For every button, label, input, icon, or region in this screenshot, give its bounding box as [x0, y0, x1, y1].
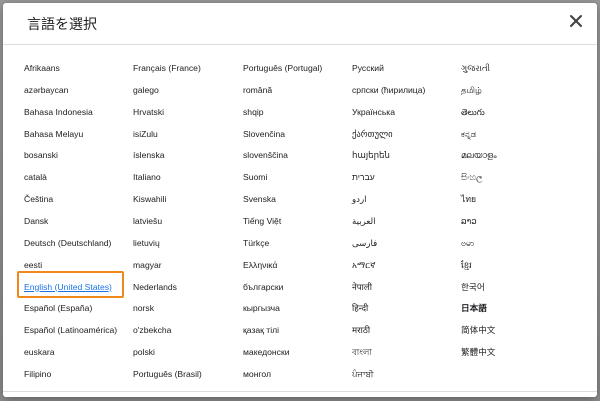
language-link[interactable]: Hrvatski — [133, 107, 164, 118]
language-link[interactable]: मराठी — [352, 325, 370, 336]
language-link[interactable]: 한국어 — [461, 282, 485, 293]
close-icon — [570, 15, 582, 27]
language-link[interactable]: తెలుగు — [461, 107, 485, 118]
language-link[interactable]: íslenska — [133, 150, 165, 161]
language-link[interactable]: Deutsch (Deutschland) — [24, 238, 111, 249]
language-link[interactable]: bosanski — [24, 150, 58, 161]
language-link[interactable]: Bahasa Indonesia — [24, 107, 93, 118]
language-link[interactable]: ไทย — [461, 194, 476, 205]
language-link[interactable]: македонски — [243, 347, 290, 358]
language-link[interactable]: Filipino — [24, 369, 51, 380]
language-link[interactable]: català — [24, 172, 47, 183]
language-link[interactable]: Slovenčina — [243, 129, 285, 140]
language-link[interactable]: 日本語 — [461, 303, 487, 314]
language-link[interactable]: galego — [133, 85, 159, 96]
language-link[interactable]: Türkçe — [243, 238, 269, 249]
language-link[interactable]: فارسی — [352, 238, 377, 249]
language-link[interactable]: नेपाली — [352, 282, 372, 293]
language-link[interactable]: eesti — [24, 260, 42, 271]
close-button[interactable] — [566, 11, 586, 31]
language-link[interactable]: සිංහල — [461, 172, 483, 183]
language-link[interactable]: አማርኛ — [352, 260, 376, 271]
language-link[interactable]: עברית — [352, 172, 375, 183]
language-link-selected[interactable]: English (United States) — [24, 282, 112, 293]
language-link[interactable]: മലയാളം — [461, 150, 497, 161]
language-link[interactable]: o'zbekcha — [133, 325, 171, 336]
language-link[interactable]: isiZulu — [133, 129, 158, 140]
language-link[interactable]: magyar — [133, 260, 162, 271]
language-link[interactable]: 简体中文 — [461, 325, 495, 336]
language-link[interactable]: ລາວ — [461, 216, 477, 227]
language-link[interactable]: Español (España) — [24, 303, 92, 314]
language-link[interactable]: монгол — [243, 369, 271, 380]
language-link[interactable]: বাংলা — [352, 347, 372, 358]
language-link[interactable]: norsk — [133, 303, 154, 314]
language-link[interactable]: lietuvių — [133, 238, 160, 249]
language-link[interactable]: ಕನ್ನಡ — [461, 129, 476, 140]
language-link[interactable]: Українська — [352, 107, 395, 118]
language-link[interactable]: euskara — [24, 347, 55, 358]
language-link[interactable]: հայերեն — [352, 150, 390, 161]
language-link[interactable]: polski — [133, 347, 155, 358]
language-link[interactable]: română — [243, 85, 272, 96]
language-link[interactable]: Nederlands — [133, 282, 177, 293]
language-link[interactable]: தமிழ் — [461, 85, 482, 96]
language-link[interactable]: 繁體中文 — [461, 347, 495, 358]
language-link[interactable]: ខ្មែរ — [461, 260, 472, 271]
language-link[interactable]: Tiếng Việt — [243, 216, 281, 227]
language-link[interactable]: Kiswahili — [133, 194, 166, 205]
language-link[interactable]: қазақ тілі — [243, 325, 279, 336]
language-link[interactable]: ဗမာ — [461, 238, 474, 249]
language-link[interactable]: ਪੰਜਾਬੀ — [352, 369, 374, 380]
language-link[interactable]: Русский — [352, 63, 384, 74]
language-link[interactable]: latviešu — [133, 216, 162, 227]
language-link[interactable]: српски (ћирилица) — [352, 85, 425, 96]
language-link[interactable]: Italiano — [133, 172, 161, 183]
language-link[interactable]: Bahasa Melayu — [24, 129, 83, 140]
language-link[interactable]: slovenščina — [243, 150, 288, 161]
language-link[interactable]: Português (Brasil) — [133, 369, 202, 380]
language-link[interactable]: اردو — [352, 194, 367, 205]
language-link[interactable]: Suomi — [243, 172, 267, 183]
language-link[interactable]: Français (France) — [133, 63, 201, 74]
header-divider — [3, 44, 597, 45]
language-link[interactable]: ქართული — [352, 129, 393, 140]
language-link[interactable]: Português (Portugal) — [243, 63, 322, 74]
language-link[interactable]: Afrikaans — [24, 63, 60, 74]
language-link[interactable]: български — [243, 282, 283, 293]
language-link[interactable]: Ελληνικά — [243, 260, 277, 271]
language-list: Afrikaans azərbaycan Bahasa Indonesia Bahas… — [3, 51, 597, 391]
language-select-dialog: 言語を選択 Afrikaans azərbaycan Bahasa Indonesi… — [3, 3, 597, 397]
language-link[interactable]: Čeština — [24, 194, 53, 205]
language-link[interactable]: azərbaycan — [24, 85, 68, 96]
language-link[interactable]: العربية — [352, 216, 376, 227]
language-link[interactable]: Español (Latinoamérica) — [24, 325, 117, 336]
language-link[interactable]: Svenska — [243, 194, 276, 205]
language-link[interactable]: shqip — [243, 107, 264, 118]
dialog-title: 言語を選択 — [27, 16, 97, 32]
language-link[interactable]: кыргызча — [243, 303, 280, 314]
language-link[interactable]: हिन्दी — [352, 303, 368, 314]
language-link[interactable]: ગુજરાતી — [461, 63, 490, 74]
language-link[interactable]: Dansk — [24, 216, 48, 227]
footer-divider — [3, 391, 597, 392]
